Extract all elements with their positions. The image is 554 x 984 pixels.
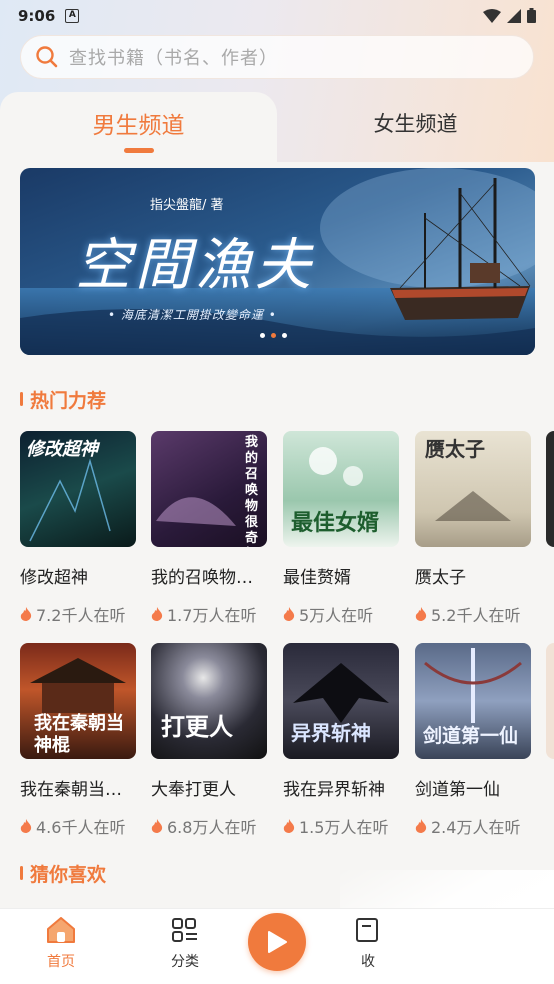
listener-count: 2.4万人在听: [431, 818, 521, 837]
cover-title: 最佳女婿: [291, 510, 380, 536]
book-cover: 最佳女婿: [283, 431, 399, 547]
home-icon: [47, 917, 75, 943]
book-card[interactable]: 最佳女婿 最佳赘婿 5万人在听: [283, 431, 401, 626]
listener-count: 7.2千人在听: [36, 606, 126, 625]
cover-title: 打更人: [161, 712, 233, 741]
bottom-navigation: 首页 分类 收: [0, 908, 554, 984]
book-listeners: 6.8万人在听: [151, 814, 269, 838]
book-title: 剑道第一仙: [415, 780, 500, 800]
cover-title: 赝太子: [425, 437, 485, 461]
nav-bookshelf[interactable]: 收: [338, 917, 398, 971]
status-time: 9:06: [18, 7, 56, 25]
flame-icon: [415, 819, 427, 833]
nav-category-label: 分类: [171, 954, 199, 970]
nav-home[interactable]: 首页: [31, 917, 91, 971]
signal-icon: [507, 8, 521, 23]
category-icon: [172, 918, 197, 942]
listener-count: 5.2千人在听: [431, 606, 521, 625]
book-cover: 我的召唤物很奇怪: [151, 431, 267, 547]
book-card[interactable]: 剑道第一仙 剑道第一仙 2.4万人在听: [415, 643, 533, 838]
book-title: 我在异界斩神: [283, 780, 385, 800]
flame-icon: [20, 607, 32, 621]
bookshelf-icon: [356, 918, 378, 942]
book-title: 我在秦朝当…: [20, 780, 122, 800]
banner-author: 指尖盤龍/ 著: [150, 198, 224, 213]
tab-male-channel[interactable]: 男生频道: [0, 106, 277, 140]
search-bar[interactable]: 查找书籍（书名、作者）: [20, 35, 534, 79]
book-card[interactable]: 打更人 大奉打更人 6.8万人在听: [151, 643, 269, 838]
book-card[interactable]: 修改超神 修改超神 7.2千人在听: [20, 431, 138, 626]
section-hot-title: 热门力荐: [20, 386, 106, 413]
book-title: 最佳赘婿: [283, 568, 351, 588]
book-card-partial[interactable]: [546, 431, 554, 547]
nav-bookshelf-label: 收: [361, 954, 375, 970]
cover-title: 我在秦朝当神棍: [34, 713, 124, 756]
listener-count: 1.7万人在听: [167, 606, 257, 625]
book-listeners: 1.7万人在听: [151, 602, 269, 626]
book-title: 修改超神: [20, 568, 88, 588]
book-title: 大奉打更人: [151, 780, 236, 800]
cover-title: 我的召唤物很奇怪: [245, 435, 259, 546]
nav-home-label: 首页: [47, 954, 75, 970]
tab-female-channel[interactable]: 女生频道: [277, 108, 554, 138]
carousel-dot-active[interactable]: [271, 333, 276, 338]
play-button[interactable]: [248, 913, 306, 971]
flame-icon: [283, 819, 295, 833]
book-cover: 赝太子: [415, 431, 531, 547]
book-listeners: 7.2千人在听: [20, 602, 138, 626]
listener-count: 5万人在听: [299, 606, 374, 625]
flame-icon: [283, 607, 295, 621]
book-card[interactable]: 赝太子 赝太子 5.2千人在听: [415, 431, 533, 626]
book-title: 我的召唤物…: [151, 568, 253, 588]
book-card[interactable]: 异界斩神 我在异界斩神 1.5万人在听: [283, 643, 401, 838]
wifi-icon: [483, 8, 501, 23]
banner-title: 空間漁夫: [75, 233, 315, 298]
search-placeholder: 查找书籍（书名、作者）: [69, 48, 278, 69]
cover-title: 修改超神: [26, 439, 98, 460]
play-icon: [268, 931, 287, 953]
listener-count: 1.5万人在听: [299, 818, 389, 837]
book-listeners: 2.4万人在听: [415, 814, 533, 838]
listener-count: 6.8万人在听: [167, 818, 257, 837]
book-cover: 打更人: [151, 643, 267, 759]
flame-icon: [20, 819, 32, 833]
book-listeners: 5万人在听: [283, 602, 401, 626]
banner-carousel[interactable]: 指尖盤龍/ 著 空間漁夫 • 海底清潔工開掛改變命運 •: [20, 168, 535, 355]
carousel-dot[interactable]: [282, 333, 287, 338]
section-guess-title: 猜你喜欢: [20, 860, 106, 887]
book-cover: 修改超神: [20, 431, 136, 547]
flame-icon: [151, 819, 163, 833]
carousel-dot[interactable]: [260, 333, 265, 338]
book-cover: 异界斩神: [283, 643, 399, 759]
flame-icon: [415, 607, 427, 621]
battery-icon: [527, 8, 536, 23]
listener-count: 4.6千人在听: [36, 818, 126, 837]
book-cover: [546, 431, 554, 547]
book-card[interactable]: 我在秦朝当神棍 我在秦朝当… 4.6千人在听: [20, 643, 138, 838]
book-listeners: 4.6千人在听: [20, 814, 138, 838]
tab-active-indicator: [124, 148, 154, 153]
book-card-partial[interactable]: [546, 643, 554, 759]
book-cover: [546, 643, 554, 759]
flame-icon: [151, 607, 163, 621]
book-listeners: 5.2千人在听: [415, 602, 533, 626]
book-cover: 剑道第一仙: [415, 643, 531, 759]
notification-icon: A: [65, 9, 80, 23]
book-cover: 我在秦朝当神棍: [20, 643, 136, 759]
cover-title: 异界斩神: [291, 721, 371, 745]
status-bar: 9:06 A: [0, 0, 554, 32]
book-card[interactable]: 我的召唤物很奇怪 我的召唤物… 1.7万人在听: [151, 431, 269, 626]
banner-subtitle: • 海底清潔工開掛改變命運 •: [108, 308, 277, 322]
nav-category[interactable]: 分类: [155, 917, 215, 971]
carousel-dots: [260, 333, 287, 338]
search-icon: [36, 46, 58, 68]
book-listeners: 1.5万人在听: [283, 814, 401, 838]
book-title: 赝太子: [415, 568, 466, 588]
channel-tabs: 男生频道 女生频道: [0, 92, 554, 162]
cover-title: 剑道第一仙: [423, 725, 519, 747]
